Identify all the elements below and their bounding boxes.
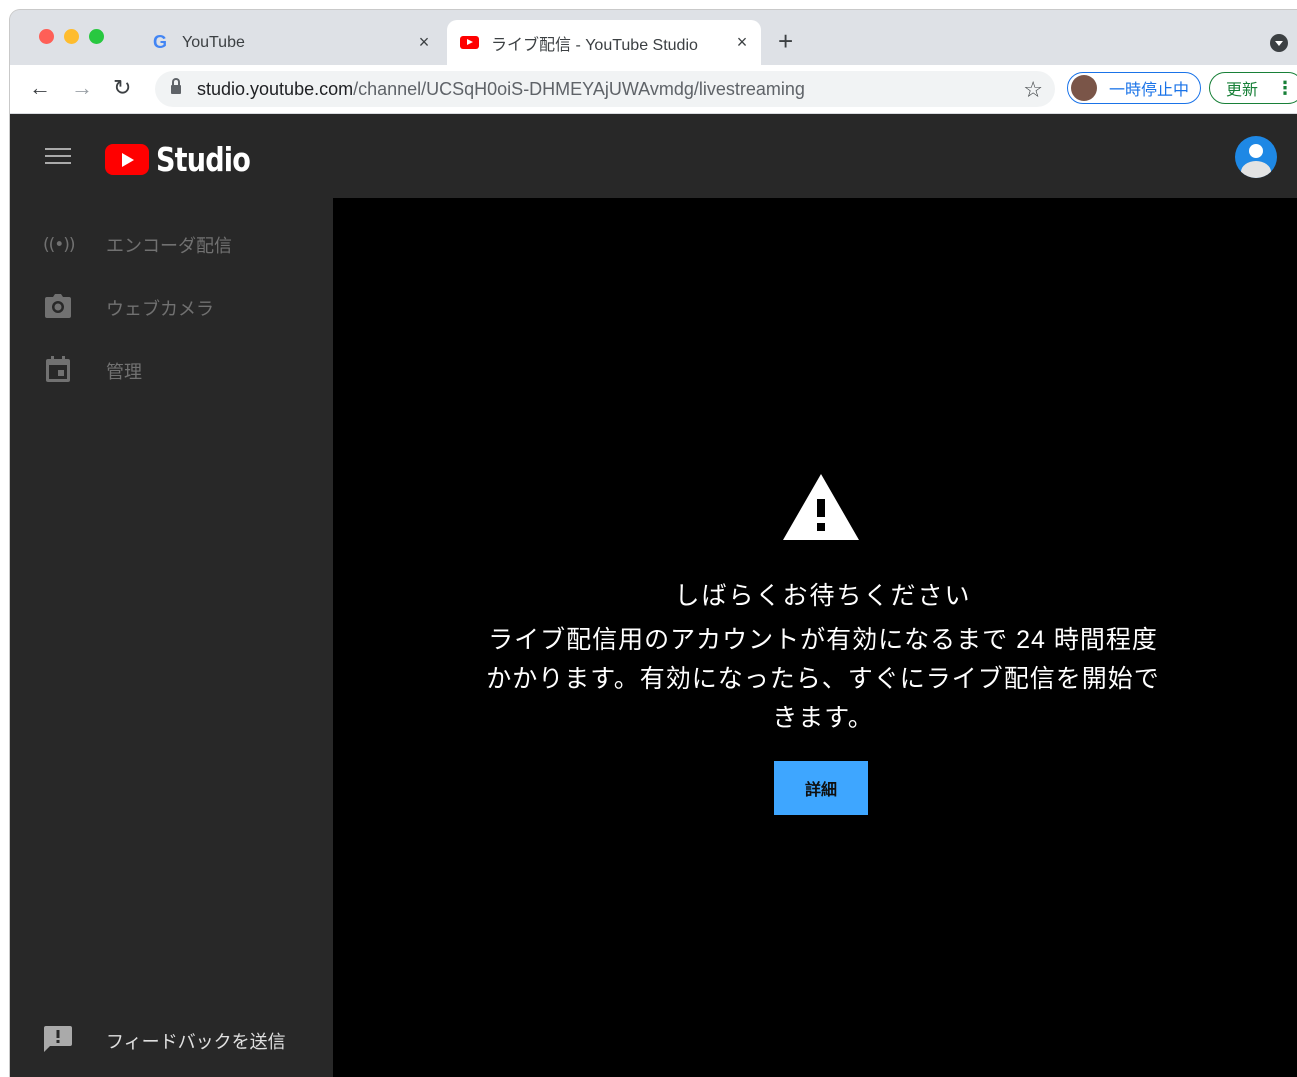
tab-title: ライブ配信 - YouTube Studio [491, 36, 698, 54]
tab-youtube[interactable]: G YouTube × [138, 20, 443, 65]
wait-title: しばらくお待ちください [674, 582, 972, 610]
studio-page: Studio ((•)) エンコーダ配信 ウェブカメラ 管理 フィードバックを送… [10, 114, 1297, 1077]
url-path: /channel/UCSqH0oiS-DHMEYAjUWAvmdg/livest… [353, 78, 805, 99]
main-content: しばらくお待ちください ライブ配信用のアカウントが有効になるまで 24 時間程度… [333, 198, 1297, 1077]
account-avatar[interactable] [1235, 136, 1277, 178]
sidebar-item-label: 管理 [106, 362, 142, 382]
browser-window: G YouTube × ライブ配信 - YouTube Studio × + ←… [10, 10, 1297, 1077]
sidebar-item-label: フィードバックを送信 [106, 1032, 286, 1052]
profile-avatar [1071, 75, 1097, 101]
camera-icon [43, 293, 73, 323]
new-tab-button[interactable]: + [778, 27, 793, 55]
close-window-button[interactable] [39, 29, 54, 44]
sidebar-item-manage[interactable]: 管理 [10, 345, 333, 397]
forward-button[interactable]: → [71, 75, 93, 101]
youtube-favicon-icon [459, 33, 479, 53]
sidebar-item-webcam[interactable]: ウェブカメラ [10, 282, 333, 334]
tab-youtube-studio[interactable]: ライブ配信 - YouTube Studio × [447, 20, 761, 65]
studio-logo-text: Studio [156, 140, 251, 179]
sidebar-item-label: ウェブカメラ [106, 299, 214, 319]
sidebar-item-label: エンコーダ配信 [106, 236, 232, 256]
minimize-window-button[interactable] [64, 29, 79, 44]
browser-menu-icon[interactable]: ⋮ [1276, 78, 1294, 99]
update-button[interactable]: 更新 ⋮ [1209, 72, 1297, 104]
url-host: studio.youtube.com [197, 78, 354, 99]
warning-icon [781, 474, 861, 549]
google-g-icon: G [152, 32, 167, 52]
tab-search-icon[interactable] [1270, 34, 1288, 52]
wait-message: ライブ配信用のアカウントが有効になるまで 24 時間程度かかります。有効になった… [486, 626, 1160, 732]
calendar-icon [43, 355, 73, 387]
sidebar-item-feedback[interactable]: フィードバックを送信 [10, 1015, 333, 1067]
close-tab-icon[interactable]: × [411, 32, 437, 53]
details-button[interactable]: 詳細 [774, 761, 868, 815]
tab-title: YouTube [182, 33, 245, 51]
studio-header: Studio [10, 114, 1297, 198]
studio-logo[interactable]: Studio [105, 140, 271, 179]
lock-icon[interactable] [171, 78, 181, 95]
youtube-logo-icon [105, 144, 149, 175]
close-tab-icon[interactable]: × [729, 32, 755, 53]
reload-button[interactable]: ↻ [113, 75, 131, 101]
profile-paused-button[interactable]: 一時停止中 [1067, 72, 1201, 104]
bookmark-star-icon[interactable]: ☆ [1023, 77, 1043, 103]
update-label: 更新 [1226, 82, 1259, 99]
address-bar[interactable]: studio.youtube.com/channel/UCSqH0oiS-DHM… [155, 71, 1055, 107]
url-text[interactable]: studio.youtube.com/channel/UCSqH0oiS-DHM… [197, 79, 805, 100]
sidebar: ((•)) エンコーダ配信 ウェブカメラ 管理 フィードバックを送信 [10, 198, 333, 1077]
hamburger-menu-icon[interactable] [45, 148, 71, 166]
sidebar-item-encoder[interactable]: ((•)) エンコーダ配信 [10, 219, 333, 271]
maximize-window-button[interactable] [89, 29, 104, 44]
tab-strip: G YouTube × ライブ配信 - YouTube Studio × + [10, 10, 1297, 65]
feedback-icon [43, 1025, 73, 1057]
live-broadcast-icon: ((•)) [43, 235, 76, 255]
browser-toolbar: ← → ↻ studio.youtube.com/channel/UCSqH0o… [10, 65, 1297, 114]
profile-status-label: 一時停止中 [1109, 82, 1190, 99]
back-button[interactable]: ← [29, 75, 51, 101]
